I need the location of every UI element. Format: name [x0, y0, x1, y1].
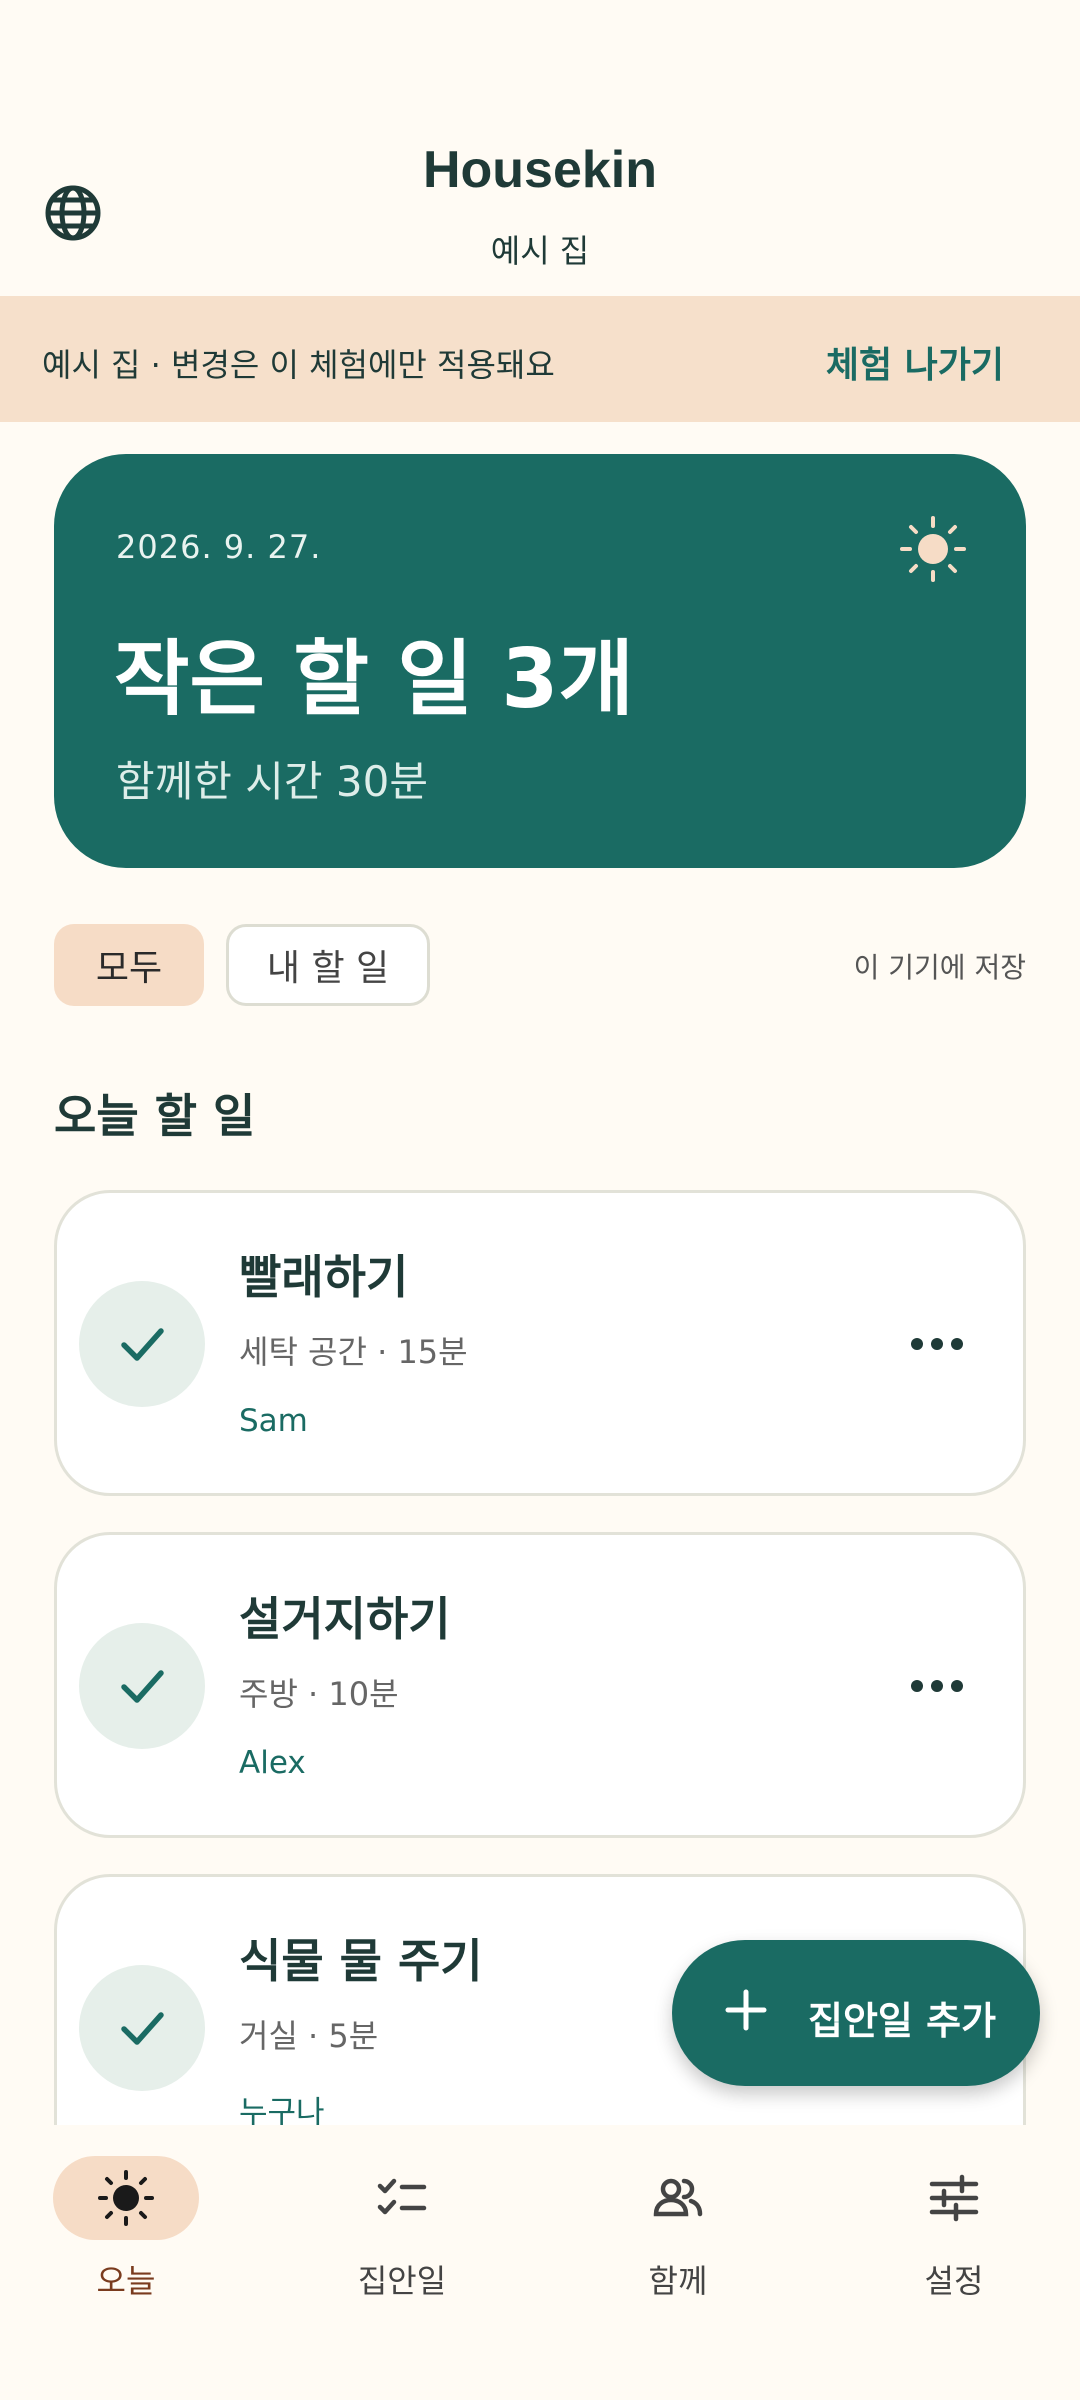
summary-date: 2026. 9. 27. [116, 528, 322, 566]
checklist-icon [377, 2178, 427, 2215]
task-name: 설거지하기 [239, 1592, 451, 1646]
household-name: 예시 집 [490, 232, 590, 270]
demo-banner-text: 예시 집 · 변경은 이 체험에만 적용돼요 [42, 346, 555, 384]
check-icon [121, 1328, 164, 1361]
sun-icon [98, 2170, 154, 2226]
nav-item-together[interactable]: 함께 [578, 2150, 778, 2300]
nav-label-chores: 집안일 [357, 2262, 447, 2300]
nav-label-settings: 설정 [924, 2262, 984, 2300]
task-card[interactable]: 빨래하기 세탁 공간 · 15분 Sam [54, 1190, 1026, 1496]
task-meta: 세탁 공간 · 15분 [239, 1333, 468, 1371]
sliders-icon [929, 2174, 979, 2222]
sun-icon [900, 516, 966, 582]
nav-item-chores[interactable]: 집안일 [302, 2150, 502, 2300]
nav-label-together: 함께 [648, 2262, 708, 2300]
more-options-icon[interactable] [911, 1673, 963, 1699]
complete-task-button[interactable] [79, 1965, 205, 2091]
task-meta: 주방 · 10분 [239, 1675, 399, 1713]
complete-task-button[interactable] [79, 1281, 205, 1407]
task-assignee: 누구나 [239, 2095, 325, 2125]
task-assignee: Sam [239, 1403, 308, 1439]
app-title: Housekin [422, 141, 658, 199]
filter-chip-mine[interactable]: 내 할 일 [226, 924, 430, 1006]
plus-icon [725, 1989, 767, 2031]
exit-demo-button[interactable]: 체험 나가기 [826, 336, 1004, 388]
task-meta: 거실 · 5분 [239, 2017, 379, 2055]
check-icon [121, 1670, 164, 1703]
summary-time: 함께한 시간 30분 [116, 757, 428, 806]
summary-title: 작은 할 일 3개 [114, 632, 634, 727]
task-assignee: Alex [239, 1745, 306, 1781]
nav-label-today: 오늘 [96, 2262, 156, 2300]
add-chore-label: 집안일 추가 [808, 1999, 997, 2043]
people-icon [653, 2178, 703, 2217]
section-title: 오늘 할 일 [54, 1089, 256, 1143]
more-options-icon[interactable] [911, 1331, 963, 1357]
storage-note: 이 기기에 저장 [853, 951, 1026, 984]
complete-task-button[interactable] [79, 1623, 205, 1749]
nav-item-today[interactable]: 오늘 [26, 2150, 226, 2300]
filter-chip-all[interactable]: 모두 [54, 924, 204, 1006]
nav-item-settings[interactable]: 설정 [854, 2150, 1054, 2300]
task-card[interactable]: 설거지하기 주방 · 10분 Alex [54, 1532, 1026, 1838]
check-icon [121, 2012, 164, 2045]
task-name: 빨래하기 [239, 1250, 409, 1304]
task-name: 식물 물 주기 [239, 1934, 483, 1988]
